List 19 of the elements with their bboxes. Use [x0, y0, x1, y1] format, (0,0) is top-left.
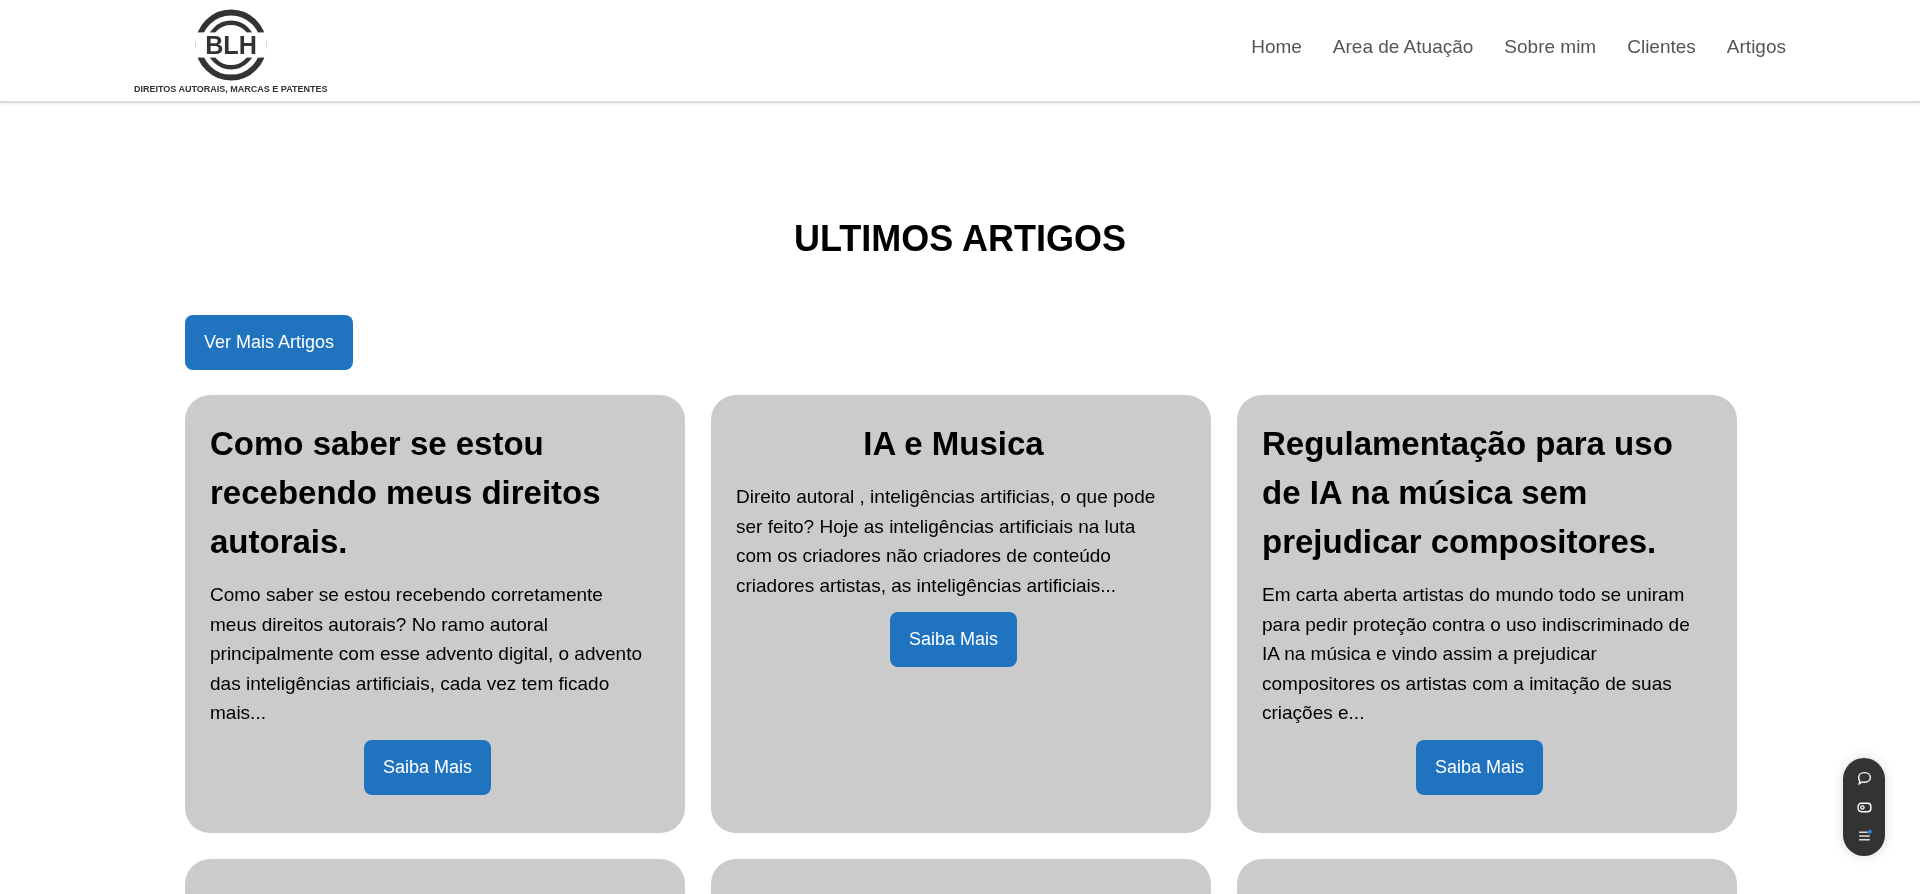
- logo-tagline: DIREITOS AUTORAIS, MARCAS E PATENTES: [134, 83, 328, 94]
- nav-link[interactable]: Artigos: [1726, 35, 1786, 58]
- nav-link[interactable]: Clientes: [1627, 35, 1696, 58]
- nav-link[interactable]: Home: [1251, 35, 1302, 58]
- read-more-button[interactable]: Saiba Mais: [889, 612, 1017, 667]
- read-more-button[interactable]: Saiba Mais: [363, 739, 491, 795]
- more-articles-button[interactable]: Ver Mais Artigos: [185, 315, 354, 370]
- section-title: ULTIMOS ARTIGOS: [793, 221, 1127, 257]
- article-excerpt: Como saber se estou recebendo corretamente meus direitos autorais? No ramo autoral principalmente com esse advento digital, o advento das inteligências artificiais, cada vez tem ficado mais...: [210, 583, 643, 725]
- logo[interactable]: BLH: [193, 7, 268, 82]
- article-title: Regulamentação para uso de IA na música sem prejudicar compositores.: [1262, 424, 1674, 562]
- article-excerpt: Em carta aberta artistas do mundo todo se uniram para pedir proteção contra o uso indiscriminado de IA na música e vindo assim a prejudicar compositores os artistas com a imitação de suas criações e...: [1262, 583, 1691, 725]
- nav-link[interactable]: Area de Atuação: [1332, 35, 1474, 58]
- nav-link[interactable]: Sobre mim: [1504, 35, 1597, 58]
- chat-icon[interactable]: [1855, 769, 1873, 787]
- read-more-button[interactable]: Saiba Mais: [1415, 739, 1543, 795]
- article-title: Como saber se estou recebendo meus direitos autorais.: [210, 424, 602, 562]
- article-excerpt: Direito autoral , inteligências artificias, o que pode ser feito? Hoje as inteligências artificiais na luta com os criadores não criadores de conteúdo criadores artistas, as inteligências artificiais...: [736, 485, 1157, 598]
- article-title: IA e Musica: [862, 424, 1045, 464]
